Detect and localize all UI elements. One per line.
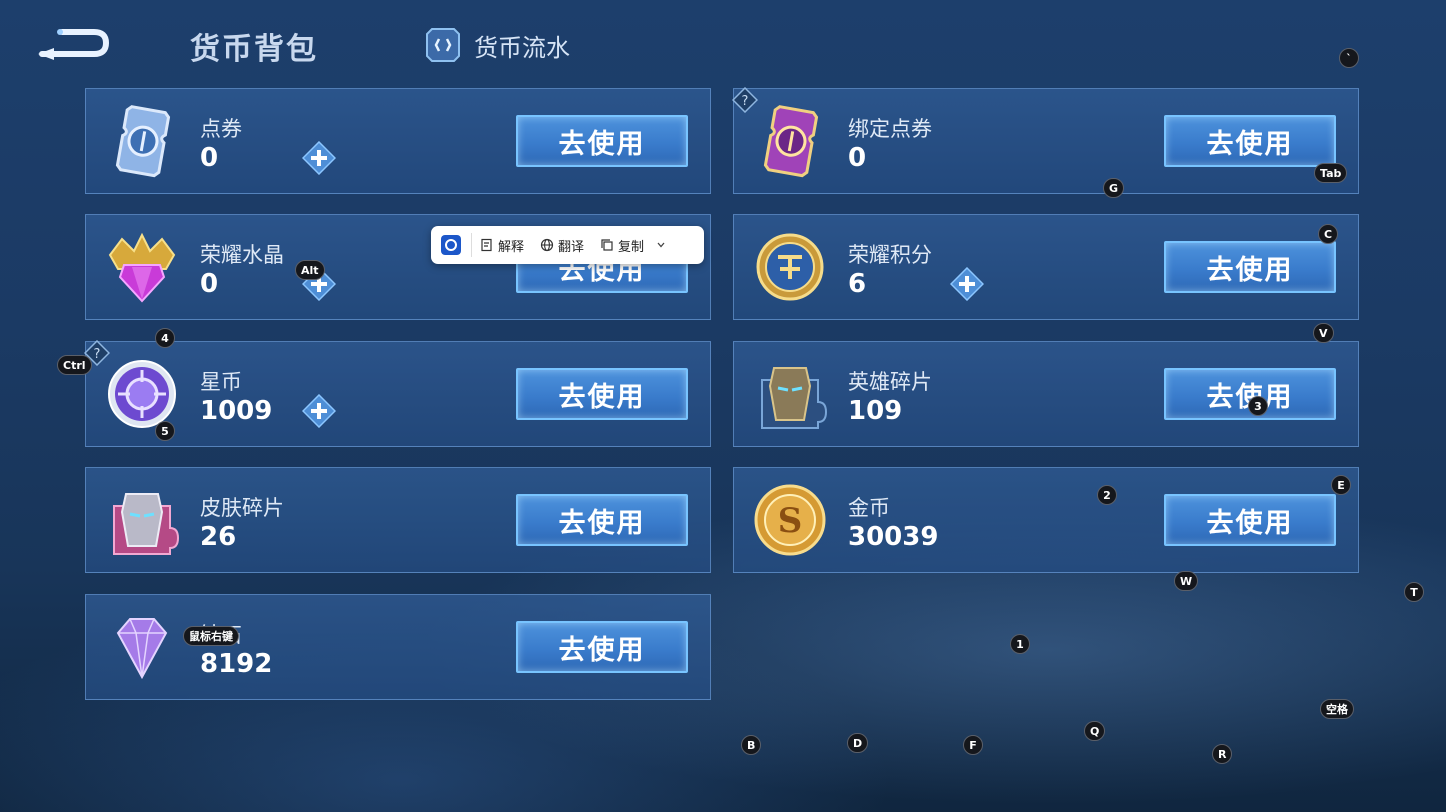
key-hint-d: D — [847, 733, 869, 753]
currency-card-coupon: 点券 0 去使用 — [85, 88, 711, 194]
add-plus-icon[interactable] — [302, 141, 336, 175]
currency-amount: 30039 — [848, 522, 939, 552]
currency-card-glory-points: 荣耀积分 6 去使用 — [733, 214, 1359, 320]
use-button[interactable]: 去使用 — [516, 494, 688, 546]
key-hint-e: E — [1331, 475, 1351, 495]
currency-name: 点券 — [200, 117, 242, 141]
key-hint-t: T — [1404, 582, 1424, 602]
translate-menu-item[interactable]: 翻译 — [540, 236, 584, 255]
skin-shard-puzzle-icon — [113, 493, 180, 555]
diamond-gem-icon — [116, 618, 168, 680]
key-hint-space: 空格 — [1320, 699, 1354, 719]
currency-amount: 26 — [200, 522, 237, 552]
text-selection-context-menu: 解释 翻译 复制 — [431, 226, 704, 264]
currency-name: 荣耀积分 — [848, 243, 932, 267]
svg-text:?: ? — [94, 347, 101, 362]
key-hint-q: Q — [1084, 721, 1106, 741]
svg-text:?: ? — [742, 94, 749, 109]
currency-card-diamond: 钻石 8192 去使用 — [85, 594, 711, 700]
translate-label: 翻译 — [558, 239, 585, 255]
currency-amount: 0 — [200, 143, 219, 173]
svg-text:S: S — [778, 501, 803, 541]
currency-amount: 1009 — [200, 396, 273, 426]
explain-menu-item[interactable]: 解释 — [480, 236, 524, 255]
currency-card-hero-shard: 英雄碎片 109 去使用 — [733, 341, 1359, 447]
key-hint-tab: Tab — [1314, 163, 1348, 183]
key-hint-c: C — [1318, 224, 1339, 244]
currency-flow-label: 货币流水 — [474, 33, 570, 62]
key-hint-5: 5 — [155, 421, 175, 441]
use-button[interactable]: 去使用 — [1164, 494, 1336, 546]
key-hint-g: G — [1103, 178, 1125, 198]
key-hint-3: 3 — [1248, 396, 1268, 416]
currency-name: 皮肤碎片 — [200, 496, 284, 520]
key-hint-ctrl: Ctrl — [57, 355, 92, 375]
key-hint-backtick: ` — [1339, 48, 1359, 68]
glory-crystal-icon — [108, 232, 176, 303]
bound-coupon-ticket-icon — [763, 105, 819, 178]
coupon-ticket-icon — [115, 105, 171, 178]
ticket-flow-icon — [426, 28, 460, 62]
key-hint-2: 2 — [1097, 485, 1117, 505]
key-hint-r: R — [1212, 744, 1233, 764]
assistant-logo-icon[interactable] — [441, 235, 461, 255]
currency-name: 荣耀水晶 — [200, 243, 284, 267]
star-coin-icon — [108, 360, 176, 428]
copy-label: 复制 — [618, 239, 645, 255]
chevron-down-icon[interactable] — [656, 240, 666, 250]
currency-amount: 0 — [200, 269, 219, 299]
use-button[interactable]: 去使用 — [1164, 115, 1336, 167]
add-plus-icon[interactable] — [950, 267, 984, 301]
currency-amount: 6 — [848, 269, 867, 299]
use-button[interactable]: 去使用 — [1164, 241, 1336, 293]
back-arrow-icon[interactable] — [34, 24, 110, 64]
currency-amount: 109 — [848, 396, 903, 426]
key-hint-4: 4 — [155, 328, 175, 348]
currency-card-star-coin: ? 星币 1009 去使用 — [84, 340, 711, 447]
key-hint-w: W — [1174, 571, 1199, 591]
use-button[interactable]: 去使用 — [516, 368, 688, 420]
currency-amount: 8192 — [200, 649, 273, 679]
use-button[interactable]: 去使用 — [516, 621, 688, 673]
explain-label: 解释 — [498, 239, 525, 255]
menu-divider — [471, 233, 472, 257]
use-button[interactable]: 去使用 — [516, 115, 688, 167]
currency-name: 绑定点券 — [848, 117, 932, 141]
currency-name: 金币 — [848, 496, 890, 520]
currency-name: 英雄碎片 — [848, 370, 932, 394]
add-plus-icon[interactable] — [302, 394, 336, 428]
key-hint-f: F — [963, 735, 983, 755]
gold-coin-icon: S — [754, 484, 826, 556]
hero-shard-puzzle-icon — [761, 367, 828, 429]
explain-icon — [481, 238, 492, 252]
page-title: 货币背包 — [190, 32, 318, 67]
copy-menu-item[interactable]: 复制 — [600, 236, 644, 255]
key-hint-v: V — [1313, 323, 1334, 343]
top-bar: 货币背包 货币流水 — [0, 0, 1446, 88]
currency-card-gold-coin: S 金币 30039 去使用 — [733, 467, 1359, 573]
key-hint-alt: Alt — [295, 260, 325, 280]
currency-amount: 0 — [848, 143, 867, 173]
currency-card-bound-coupon: ? 绑定点券 0 去使用 — [732, 87, 1359, 194]
currency-name: 星币 — [200, 370, 242, 394]
currency-card-skin-shard: 皮肤碎片 26 去使用 — [85, 467, 711, 573]
key-hint-b: B — [741, 735, 762, 755]
globe-icon — [540, 238, 554, 252]
key-hint-right-click: 鼠标右键 — [183, 626, 239, 646]
glory-points-medal-icon — [756, 233, 824, 301]
currency-flow-link[interactable]: 货币流水 — [424, 26, 570, 64]
copy-icon — [601, 239, 613, 251]
key-hint-1: 1 — [1010, 634, 1030, 654]
